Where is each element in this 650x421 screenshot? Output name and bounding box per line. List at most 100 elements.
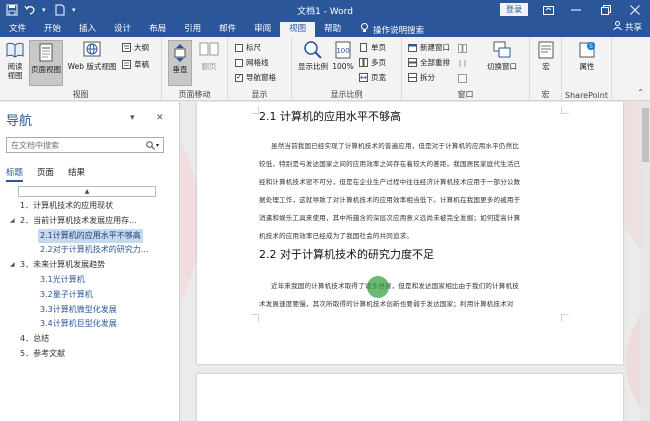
body-text-line[interactable]: 经和计算机技术密不可分，但是在企业生产过程中往往经济计算机技术应用于一部分公数 [259, 176, 555, 186]
body-text-line[interactable]: 据处理工作，这就导致了对计算机技术的应用效率相当低下。计算机在我国更多的被用于 [259, 194, 555, 204]
nav-options-icon[interactable]: ▾ [130, 113, 135, 123]
tab-review[interactable]: 审阅 [245, 22, 280, 37]
web-layout-button[interactable]: Web 版式视图 [66, 40, 118, 71]
macro-icon [538, 41, 554, 59]
tab-help[interactable]: 帮助 [315, 22, 350, 37]
vertical-label: 垂直 [172, 65, 188, 74]
group-show: 标尺 网格线 ✓ 导航窗格 显示 [228, 37, 292, 101]
tell-me-label: 操作说明搜索 [373, 25, 425, 36]
reset-window-icon [458, 74, 467, 83]
draft-icon [122, 60, 131, 69]
nav-tab-pages[interactable]: 页面 [37, 166, 54, 182]
tab-view[interactable]: 视图 [280, 22, 316, 37]
vertical-button[interactable]: 垂直 [168, 40, 192, 86]
reset-window-button[interactable] [458, 74, 467, 83]
login-button[interactable]: 登录 [500, 3, 528, 16]
nav-heading-item[interactable]: 3.1光计算机 [0, 273, 180, 288]
tab-file[interactable]: 文件 [0, 22, 35, 37]
ribbon-display-options-icon[interactable] [535, 0, 561, 20]
nav-close-icon[interactable]: ✕ [156, 113, 164, 123]
tab-home[interactable]: 开始 [35, 22, 70, 37]
tab-mailings[interactable]: 邮件 [210, 22, 245, 37]
tab-layout[interactable]: 布局 [140, 22, 175, 37]
tab-design[interactable]: 设计 [105, 22, 140, 37]
macros-button[interactable]: 宏 [534, 40, 558, 71]
customize-qat-icon[interactable]: ▾ [72, 4, 80, 16]
page-width-button[interactable]: 页宽 [359, 72, 386, 83]
nav-heading-item[interactable]: 5．参考文献 [0, 347, 180, 362]
search-icon[interactable]: ▾ [146, 140, 159, 150]
nav-heading-item[interactable]: 1．计算机技术的应用现状 [0, 199, 180, 214]
read-mode-button[interactable]: 阅读 视图 [3, 40, 27, 80]
document-area[interactable]: 2.1 计算机的应用水平不够高 虽然当前我国已经实现了计算机技术的普遍应用，但是… [181, 102, 650, 421]
collapse-ribbon-icon[interactable]: ⌃ [637, 88, 644, 97]
close-icon[interactable] [622, 0, 648, 20]
side-to-side-button[interactable]: 翻页 [196, 40, 222, 71]
heading-2-2[interactable]: 2.2 对于计算机技术的研究力度不足 [259, 246, 434, 262]
ruler-checkbox[interactable]: 标尺 [235, 42, 261, 53]
share-button[interactable]: 共享 [613, 21, 642, 33]
nav-search-box[interactable]: ▾ [6, 137, 164, 153]
nav-pane-checkbox[interactable]: ✓ 导航窗格 [235, 72, 276, 83]
search-dropdown-icon[interactable]: ▾ [156, 142, 159, 149]
collapse-triangle-icon[interactable]: ◢ [10, 258, 15, 273]
gridlines-check-box[interactable] [235, 58, 243, 67]
minimize-icon[interactable] [563, 0, 589, 20]
body-text-line[interactable]: 近年来我国的计算机技术取得了诸多进展，但是和发达国家相比由于我们的计算机技 [259, 280, 555, 290]
zoom-100-button[interactable]: 100 100% [332, 40, 354, 71]
one-page-icon [360, 43, 367, 52]
new-document-icon[interactable] [54, 4, 66, 16]
new-window-button[interactable]: 新建窗口 [408, 42, 450, 53]
ruler-check-box[interactable] [235, 43, 243, 52]
body-text-line[interactable]: 机技术的应用效率已经成为了我国社会的共同追求。 [259, 230, 555, 240]
tell-me-search[interactable]: 操作说明搜索 [350, 22, 424, 37]
nav-heading-item[interactable]: ◢ 3．未来计算机发展趋势 [0, 258, 180, 273]
save-icon[interactable] [6, 4, 18, 16]
body-text-line[interactable]: 虽然当前我国已经实现了计算机技术的普遍应用，但是对于计算机的应用水平仍然比 [259, 140, 555, 150]
redo-dropdown-icon[interactable]: ▾ [42, 4, 48, 16]
nav-heading-item-selected[interactable]: 2.1计算机的应用水平不够高 [0, 228, 180, 244]
read-mode-label: 阅读 视图 [7, 62, 23, 80]
nav-scroll-up-button[interactable]: ▲ [18, 186, 156, 197]
collapse-triangle-icon[interactable]: ◢ [10, 214, 15, 229]
body-text-line[interactable]: 术发展速度要慢，其次所取得的计算机技术创新也要弱于发达国家；利用计算机技术对 [259, 298, 555, 308]
nav-heading-item[interactable]: 3.4计算机巨型化发展 [0, 317, 180, 332]
nav-heading-item[interactable]: 3.3计算机微型化发展 [0, 303, 180, 318]
margin-corner-mark [251, 106, 259, 114]
view-side-by-side-button[interactable] [458, 44, 467, 53]
sync-scroll-button[interactable] [458, 59, 467, 68]
vertical-scrollbar[interactable] [641, 102, 650, 421]
restore-icon[interactable] [593, 0, 619, 20]
undo-icon[interactable] [24, 4, 36, 16]
zoom-button[interactable]: 显示比例 [296, 40, 330, 71]
arrange-all-button[interactable]: 全部重排 [408, 57, 450, 68]
scrollbar-thumb[interactable] [642, 108, 649, 162]
outline-button[interactable]: 大纲 [122, 42, 149, 53]
document-page-next[interactable] [197, 374, 623, 421]
nav-heading-item[interactable]: ◢ 2．当前计算机技术发展应用存... [0, 214, 180, 229]
nav-pane-check-box[interactable]: ✓ [235, 73, 243, 82]
lightbulb-icon [360, 23, 369, 36]
tab-references[interactable]: 引用 [175, 22, 210, 37]
nav-heading-item[interactable]: 4．总结 [0, 332, 180, 347]
nav-tab-results[interactable]: 结果 [68, 166, 85, 182]
gridlines-checkbox[interactable]: 网格线 [235, 57, 269, 68]
heading-2-1[interactable]: 2.1 计算机的应用水平不够高 [259, 108, 401, 124]
nav-tab-headings[interactable]: 标题 [6, 166, 24, 182]
switch-window-button[interactable]: 切换窗口 [480, 40, 524, 71]
nav-heading-item[interactable]: 3.2量子计算机 [0, 288, 180, 303]
multi-page-button[interactable]: 多页 [359, 57, 386, 68]
page-icon [39, 43, 53, 62]
nav-search-input[interactable] [11, 140, 136, 150]
tab-insert[interactable]: 插入 [70, 22, 105, 37]
print-layout-button[interactable]: 页面视图 [29, 40, 63, 86]
heading-tree: 1．计算机技术的应用现状 ◢ 2．当前计算机技术发展应用存... 2.1计算机的… [0, 199, 180, 362]
draft-button[interactable]: 草稿 [122, 59, 149, 70]
body-text-line[interactable]: 消遣和娱乐工具来使用，其中所蕴含的深层次应用意义远尚未被完全发掘；如何提高计算 [259, 212, 555, 222]
one-page-button[interactable]: 单页 [359, 42, 386, 53]
split-button[interactable]: 拆分 [408, 72, 435, 83]
nav-heading-item[interactable]: 2.2对于计算机技术的研究力... [0, 243, 180, 258]
body-text-line[interactable]: 较低，特别是与发达国家之间的应用效率之间存在着较大的差距。我国居民家庭代生活已 [259, 158, 555, 168]
properties-button[interactable]: S 属性 [574, 40, 600, 71]
document-page[interactable]: 2.1 计算机的应用水平不够高 虽然当前我国已经实现了计算机技术的普遍应用，但是… [197, 102, 623, 364]
